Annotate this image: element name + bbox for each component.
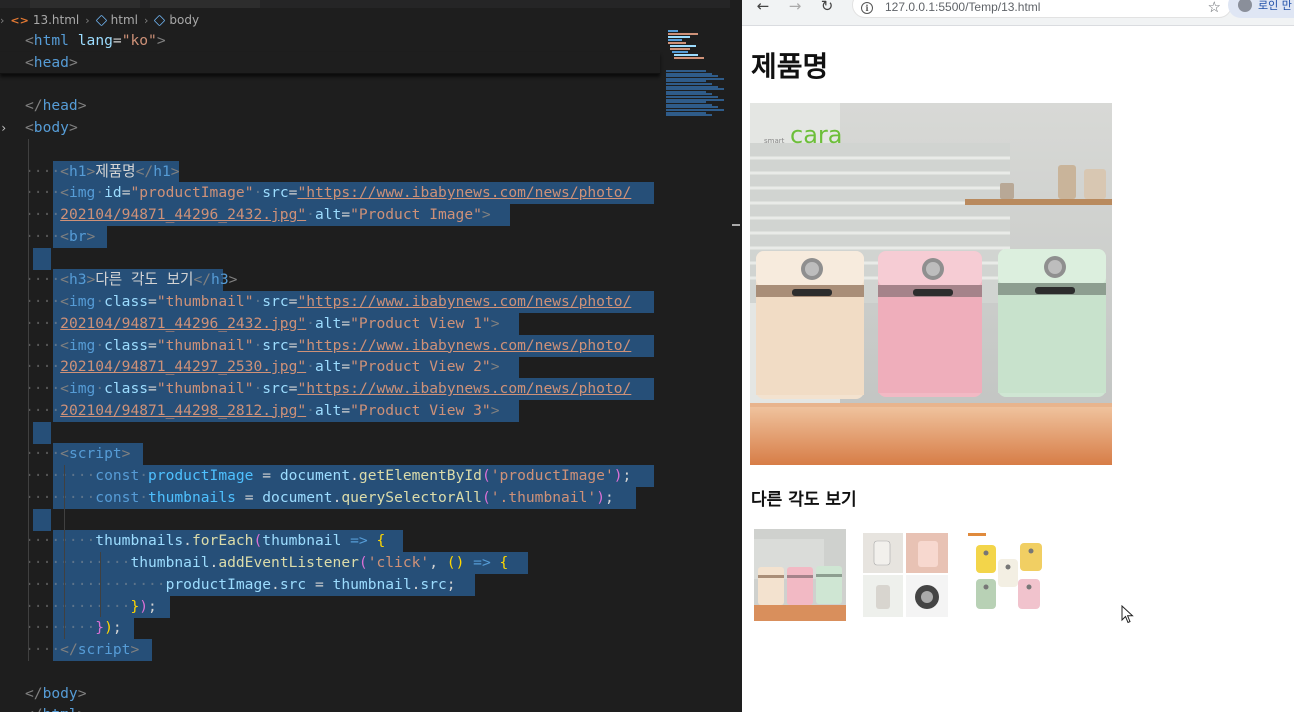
thumbnail-1[interactable] [754, 529, 846, 621]
minimap[interactable] [664, 26, 730, 126]
code-text: ········const·productImage = document.ge… [25, 467, 632, 484]
svg-text:cara: cara [790, 121, 842, 149]
address-bar[interactable]: i 127.0.0.1:5500/Temp/13.html ☆ [852, 0, 1232, 18]
code-text: </head> [25, 97, 87, 115]
browser-toolbar: ← → ↻ i 127.0.0.1:5500/Temp/13.html ☆ 로인… [742, 0, 1294, 26]
sticky-scroll-line[interactable]: <head> [0, 52, 660, 74]
minimap-line [674, 54, 698, 56]
product-image: smart cara [750, 103, 1112, 465]
profile-button[interactable]: 로인 만 [1228, 0, 1294, 18]
code-text: ····<img·class="thumbnail"·src="https://… [25, 336, 632, 354]
selection-highlight [33, 508, 51, 531]
minimap-selected-line [666, 114, 712, 117]
minimap-line [670, 48, 690, 50]
minimap-line [668, 33, 698, 35]
thumbnail-2[interactable] [860, 529, 952, 621]
bookmark-star-icon[interactable]: ☆ [1208, 0, 1221, 16]
sticky-scroll-line[interactable]: <html lang="ko"> [0, 30, 660, 52]
svg-text:smart: smart [764, 137, 785, 145]
sticky-code-text: <html lang="ko"> [25, 32, 166, 49]
thumbnail-3[interactable] [966, 529, 1058, 621]
avatar [1238, 0, 1252, 12]
code-text: ····<img·id="productImage"·src="https://… [25, 184, 632, 202]
forward-icon[interactable]: → [784, 0, 806, 18]
code-text: ····<img·class="thumbnail"·src="https://… [25, 380, 632, 397]
section-heading: 다른 각도 보기 [751, 490, 857, 510]
fold-chevron-icon[interactable]: › [0, 117, 10, 139]
code-editor[interactable]: › <> 13.html › html › body </head> › <body… [0, 0, 742, 712]
site-info-icon[interactable]: i [861, 2, 873, 14]
code-text: ················productImage.src = thumb… [25, 575, 456, 593]
reload-icon[interactable]: ↻ [816, 0, 838, 18]
url-text[interactable]: 127.0.0.1:5500/Temp/13.html [885, 0, 1040, 14]
browser-window: ← → ↻ i 127.0.0.1:5500/Temp/13.html ☆ 로인… [742, 0, 1294, 712]
thumbnail-photo [860, 529, 952, 621]
code-text: ········thumbnails.forEach(thumbnail => … [25, 532, 386, 550]
code-text: ····<script> [25, 445, 131, 463]
minimap-line [670, 45, 696, 47]
code-area[interactable]: </head> › <body> ····<h1>제품명</h1> ····<img·i… [0, 0, 660, 712]
indent-guide [28, 138, 29, 661]
code-text: ············}); [25, 597, 157, 615]
code-text: ····<h3>다른 각도 보기</h3> [25, 271, 238, 289]
minimap-line [668, 36, 690, 38]
code-text: ········}); [25, 619, 122, 637]
indent-guide [63, 465, 65, 639]
code-text: ····202104/94871_44298_2812.jpg"·alt="Pr… [25, 401, 500, 419]
editor-scrollbar[interactable] [730, 0, 742, 712]
minimap-line [674, 57, 704, 59]
minimap-line [672, 51, 688, 53]
code-text: <body> [25, 119, 78, 136]
mouse-cursor-icon [1121, 604, 1135, 629]
profile-label: 로인 만 [1258, 0, 1292, 12]
thumbnail-photo [966, 529, 1058, 621]
page-title: 제품명 [751, 50, 829, 83]
code-text: ····202104/94871_44296_2432.jpg"·alt="Pr… [25, 314, 500, 332]
code-text: ············thumbnail.addEventListener('… [25, 554, 509, 571]
code-text: ····202104/94871_44297_2530.jpg"·alt="Pr… [25, 358, 500, 376]
scrollbar-cursor-mark [732, 224, 740, 226]
back-icon[interactable]: ← [752, 0, 774, 18]
code-text: </html> [25, 704, 87, 712]
minimap-line [668, 30, 678, 32]
code-text: </body> [25, 684, 87, 702]
code-text: ····<br> [25, 227, 96, 245]
page-content: 제품명 smart cara 다른 각도 보기 [742, 27, 1294, 712]
code-text: ····</script> [25, 641, 140, 658]
indent-guide [99, 552, 101, 618]
code-text: ········const·thumbnails = document.quer… [25, 488, 614, 506]
product-photo: smart cara [750, 103, 1112, 465]
selection-highlight [33, 421, 51, 444]
code-text: ····<img·class="thumbnail"·src="https://… [25, 293, 632, 310]
minimap-line [668, 42, 686, 44]
code-text: ····202104/94871_44296_2432.jpg"·alt="Pr… [25, 206, 491, 223]
code-text: ····<h1>제품명</h1> [25, 162, 180, 180]
selection-highlight [33, 247, 51, 270]
thumbnail-photo [754, 529, 846, 621]
sticky-code-text: <head> [25, 54, 78, 71]
minimap-line [668, 39, 682, 41]
